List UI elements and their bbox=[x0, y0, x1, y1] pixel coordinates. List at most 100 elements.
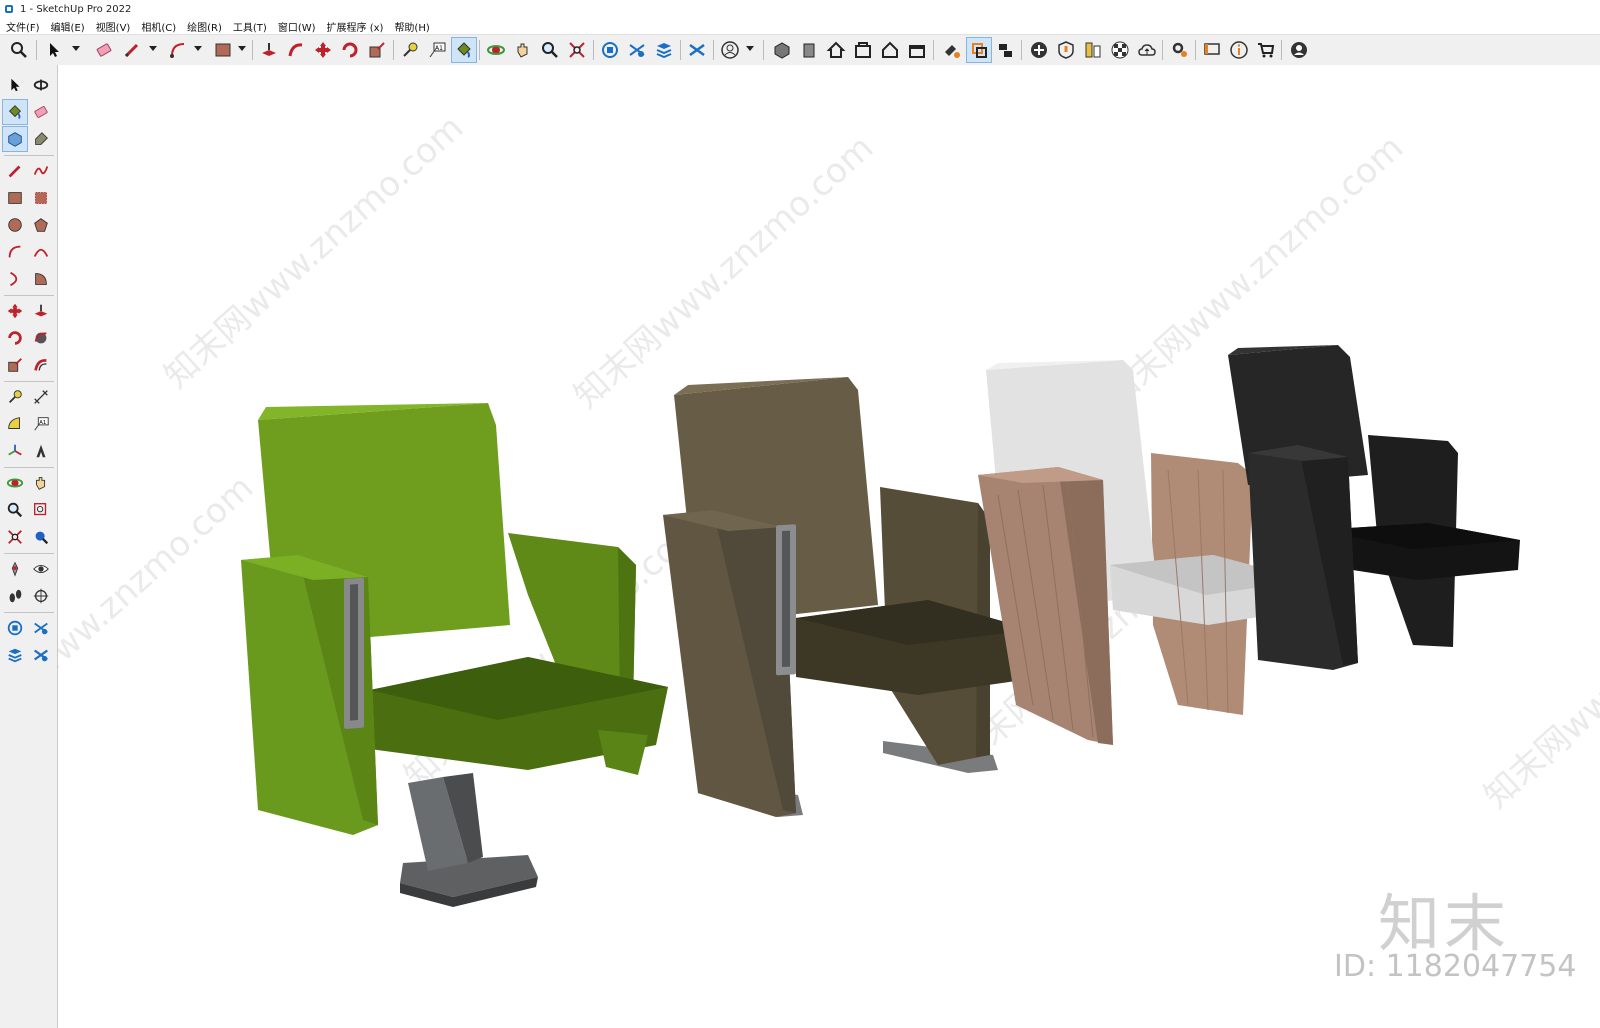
orbit-tool-icon[interactable] bbox=[3, 471, 27, 495]
green-chair[interactable] bbox=[241, 403, 668, 907]
menu-view[interactable]: 视图(V) bbox=[90, 19, 136, 34]
add-icon[interactable] bbox=[1027, 38, 1051, 62]
select-icon[interactable] bbox=[3, 73, 27, 97]
arc-dropdown-icon[interactable] bbox=[194, 46, 202, 51]
search-icon[interactable] bbox=[7, 38, 31, 62]
orbit-icon[interactable] bbox=[29, 73, 53, 97]
cloud-upload-icon[interactable] bbox=[1135, 38, 1159, 62]
extension-warehouse-icon[interactable] bbox=[625, 38, 649, 62]
account-dropdown-icon[interactable] bbox=[746, 46, 754, 51]
move-icon[interactable] bbox=[311, 38, 335, 62]
tag-icon[interactable] bbox=[29, 127, 53, 151]
offset-icon[interactable] bbox=[29, 353, 53, 377]
menu-window[interactable]: 窗口(W) bbox=[272, 19, 321, 34]
model-viewport[interactable]: 知末网www.znzmo.com 知末网www.znzmo.com 知末网www… bbox=[58, 65, 1600, 1028]
follow-me-icon[interactable] bbox=[284, 38, 308, 62]
protractor-icon[interactable] bbox=[3, 412, 27, 436]
checker-icon[interactable] bbox=[1108, 38, 1132, 62]
axes-icon[interactable] bbox=[3, 439, 27, 463]
arc-icon[interactable] bbox=[166, 38, 190, 62]
circle-icon[interactable] bbox=[3, 213, 27, 237]
three-point-arc-icon[interactable] bbox=[3, 267, 27, 291]
rotated-rectangle-icon[interactable] bbox=[29, 186, 53, 210]
black-chair[interactable] bbox=[1228, 345, 1520, 670]
warehouse-tool-icon[interactable] bbox=[3, 616, 27, 640]
user-account-icon[interactable] bbox=[718, 38, 742, 62]
iso-view-icon[interactable] bbox=[770, 38, 794, 62]
paint-bucket-icon[interactable] bbox=[2, 99, 28, 125]
dimension-icon[interactable] bbox=[29, 385, 53, 409]
tape-measure-icon[interactable] bbox=[398, 38, 422, 62]
rotate-icon[interactable] bbox=[3, 326, 27, 350]
section-plane-icon[interactable] bbox=[940, 38, 964, 62]
right-view-icon[interactable] bbox=[878, 38, 902, 62]
info-shield-icon[interactable] bbox=[1054, 38, 1078, 62]
zoom-extents-tool-icon[interactable] bbox=[3, 525, 27, 549]
pie-icon[interactable] bbox=[29, 267, 53, 291]
pencil-dropdown-icon[interactable] bbox=[149, 46, 157, 51]
two-point-arc-icon[interactable] bbox=[29, 240, 53, 264]
previous-view-icon[interactable] bbox=[29, 525, 53, 549]
arc-icon[interactable] bbox=[3, 240, 27, 264]
rectangle-icon[interactable] bbox=[211, 38, 235, 62]
freehand-icon[interactable] bbox=[29, 159, 53, 183]
extension-warehouse-tool-icon[interactable] bbox=[29, 616, 53, 640]
zoom-tool-icon[interactable] bbox=[3, 498, 27, 522]
chair-models-scene[interactable] bbox=[58, 65, 1600, 1028]
pencil-icon[interactable] bbox=[120, 38, 144, 62]
eraser-icon[interactable] bbox=[29, 100, 53, 124]
menu-extensions[interactable]: 扩展程序 (x) bbox=[321, 19, 389, 34]
text-icon[interactable]: A1 bbox=[29, 412, 53, 436]
menu-edit[interactable]: 编辑(E) bbox=[45, 19, 90, 34]
profile-icon[interactable] bbox=[1287, 38, 1311, 62]
olive-chair[interactable] bbox=[663, 377, 1033, 817]
component-icon[interactable] bbox=[2, 126, 28, 152]
polygon-icon[interactable] bbox=[29, 213, 53, 237]
push-pull-icon[interactable] bbox=[29, 299, 53, 323]
home-view-icon[interactable] bbox=[824, 38, 848, 62]
position-camera-icon[interactable] bbox=[3, 557, 27, 581]
pan-icon[interactable] bbox=[511, 38, 535, 62]
cart-icon[interactable] bbox=[1254, 38, 1278, 62]
layout-icon[interactable] bbox=[652, 38, 676, 62]
section-plane-tool-icon[interactable] bbox=[29, 584, 53, 608]
rectangle-icon[interactable] bbox=[3, 186, 27, 210]
warehouse-icon[interactable] bbox=[598, 38, 622, 62]
walk-icon[interactable] bbox=[3, 584, 27, 608]
orbit-icon[interactable] bbox=[484, 38, 508, 62]
scale-icon[interactable] bbox=[3, 353, 27, 377]
line-icon[interactable] bbox=[3, 159, 27, 183]
zoom-icon[interactable] bbox=[538, 38, 562, 62]
zoom-window-icon[interactable] bbox=[29, 498, 53, 522]
zoom-extents-icon[interactable] bbox=[565, 38, 589, 62]
materials-icon[interactable] bbox=[1081, 38, 1105, 62]
follow-me-icon[interactable] bbox=[29, 326, 53, 350]
rotate-icon[interactable] bbox=[338, 38, 362, 62]
camera-icon[interactable] bbox=[994, 38, 1018, 62]
top-view-icon[interactable] bbox=[851, 38, 875, 62]
back-view-icon[interactable] bbox=[905, 38, 929, 62]
menu-draw[interactable]: 绘图(R) bbox=[181, 19, 227, 34]
rectangle-dropdown-icon[interactable] bbox=[238, 46, 246, 51]
gear-settings-icon[interactable] bbox=[1168, 38, 1192, 62]
extension-manager-tool-icon[interactable] bbox=[29, 643, 53, 667]
scale-icon[interactable] bbox=[365, 38, 389, 62]
look-around-icon[interactable] bbox=[29, 557, 53, 581]
push-pull-icon[interactable] bbox=[257, 38, 281, 62]
paint-bucket-icon[interactable] bbox=[451, 37, 477, 63]
layout-tool-icon[interactable] bbox=[3, 643, 27, 667]
menu-camera[interactable]: 相机(C) bbox=[135, 19, 181, 34]
3d-text-icon[interactable] bbox=[29, 439, 53, 463]
menu-tools[interactable]: 工具(T) bbox=[227, 19, 272, 34]
menu-file[interactable]: 文件(F) bbox=[0, 19, 45, 34]
move-icon[interactable] bbox=[3, 299, 27, 323]
info-icon[interactable] bbox=[1227, 38, 1251, 62]
extension-manager-icon[interactable] bbox=[685, 38, 709, 62]
text-label-icon[interactable]: A1 bbox=[425, 38, 449, 62]
menu-help[interactable]: 帮助(H) bbox=[388, 19, 434, 34]
tape-measure-icon[interactable] bbox=[3, 385, 27, 409]
select-dropdown-icon[interactable] bbox=[72, 46, 80, 51]
front-view-icon[interactable] bbox=[797, 38, 821, 62]
eraser-icon[interactable] bbox=[92, 38, 116, 62]
select-arrow-icon[interactable] bbox=[42, 38, 66, 62]
